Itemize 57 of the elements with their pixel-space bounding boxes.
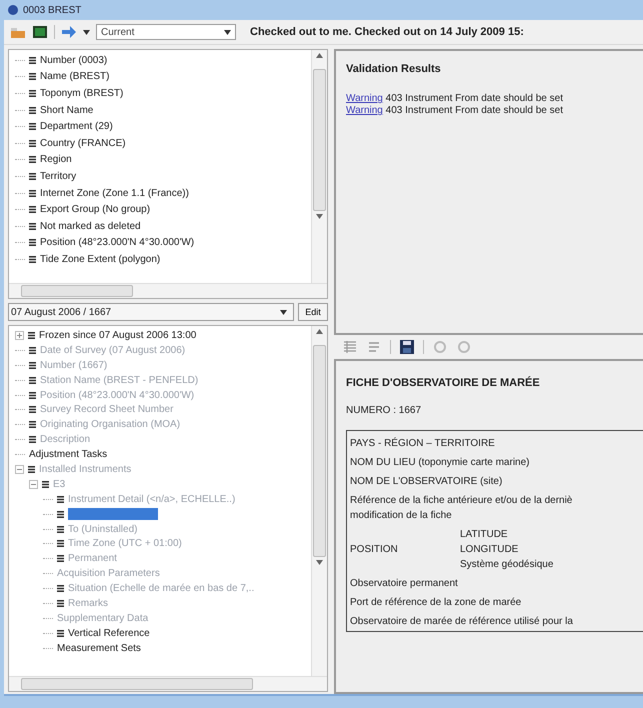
folder-icon[interactable] [10, 25, 26, 39]
caret-icon[interactable] [280, 310, 287, 314]
warning-link[interactable]: Warning [346, 105, 383, 116]
scroll-down-icon[interactable] [316, 560, 323, 565]
grid-icon[interactable] [342, 340, 358, 354]
table-cell-text: Référence de la fiche antérieure et/ou de la derniè modification de la fiche [350, 494, 574, 523]
table-cell-text: Observatoire permanent [350, 577, 459, 591]
tree-item[interactable]: Region [40, 154, 72, 166]
tree-item[interactable]: Frozen since 07 August 2006 13:00 [39, 330, 196, 341]
tree-item[interactable]: Number (0003) [40, 54, 108, 66]
table-cell-text: NOM DE L'OBSERVATOIRE (site) [350, 475, 504, 489]
table-cell-text: Observatoire de marée de référence utilisé pour la [350, 615, 574, 629]
tree-item[interactable]: Adjustment Tasks [29, 449, 108, 460]
table-cell-text: PAYS - RÉGION – TERRITOIRE [350, 436, 496, 451]
scrollbar[interactable] [9, 283, 327, 298]
version-dropdown[interactable]: 07 August 2006 / 1667 [8, 303, 294, 321]
scroll-up-icon[interactable] [316, 329, 323, 334]
table-cell-text: Système géodésique [460, 558, 554, 572]
table-cell-text: LONGITUDE [460, 543, 520, 557]
tree-item[interactable]: Country (FRANCE) [40, 138, 126, 149]
panel-title: Validation Results [346, 63, 442, 75]
edit-button[interactable]: Edit [298, 303, 328, 321]
tree-item[interactable]: Short Name [40, 104, 94, 116]
tree-item[interactable]: Territory [40, 170, 76, 182]
expand-icon[interactable] [15, 330, 24, 340]
window-title: 0003 BREST [23, 4, 82, 16]
list-icon[interactable] [366, 340, 382, 354]
scroll-down-icon[interactable] [316, 214, 323, 219]
tree-item[interactable]: Export Group (No group) [40, 204, 150, 216]
tree-item[interactable]: Toponym (BREST) [40, 88, 124, 99]
scrollbar[interactable] [311, 50, 327, 283]
table-cell-text: Port de référence de la zone de marée [350, 596, 522, 610]
tree-item[interactable]: Position (48°23.000'N 4°30.000'W) [40, 237, 194, 248]
table-cell-text: NOM DU LIEU (toponymie carte marine) [350, 456, 530, 470]
warning-link[interactable]: Warning [346, 93, 383, 104]
document-number: NUMERO : 1667 [346, 405, 422, 416]
caret-icon[interactable] [224, 30, 231, 34]
table-cell-text: POSITION [350, 543, 399, 557]
table-cell-text: LATITUDE [460, 528, 509, 542]
checkout-status: Checked out to me. Checked out on 14 July 2009 15: [250, 26, 524, 38]
tree-item[interactable]: Tide Zone Extent (polygon) [40, 254, 160, 265]
scrollbar[interactable] [9, 676, 327, 691]
version-dropdown[interactable]: Current [96, 24, 236, 40]
tree-item[interactable]: Name (BREST) [40, 71, 110, 82]
warning-message: 403 Instrument From date should be set [386, 105, 563, 116]
globe-icon [8, 5, 18, 15]
scroll-up-icon[interactable] [316, 53, 323, 58]
save-icon[interactable] [399, 340, 415, 354]
tree-item[interactable]: Internet Zone (Zone 1.1 (France)) [40, 188, 189, 199]
tree-item[interactable]: Not marked as deleted [40, 220, 141, 232]
arrow-icon[interactable] [61, 25, 77, 39]
warning-message: 403 Instrument From date should be set [386, 93, 563, 104]
document-title: FICHE D'OBSERVATOIRE DE MARÉE [346, 377, 541, 389]
monitor-icon[interactable] [32, 25, 48, 39]
tree-item[interactable]: Department (29) [40, 121, 113, 132]
caret-icon[interactable] [83, 30, 90, 34]
scrollbar[interactable] [311, 326, 327, 676]
